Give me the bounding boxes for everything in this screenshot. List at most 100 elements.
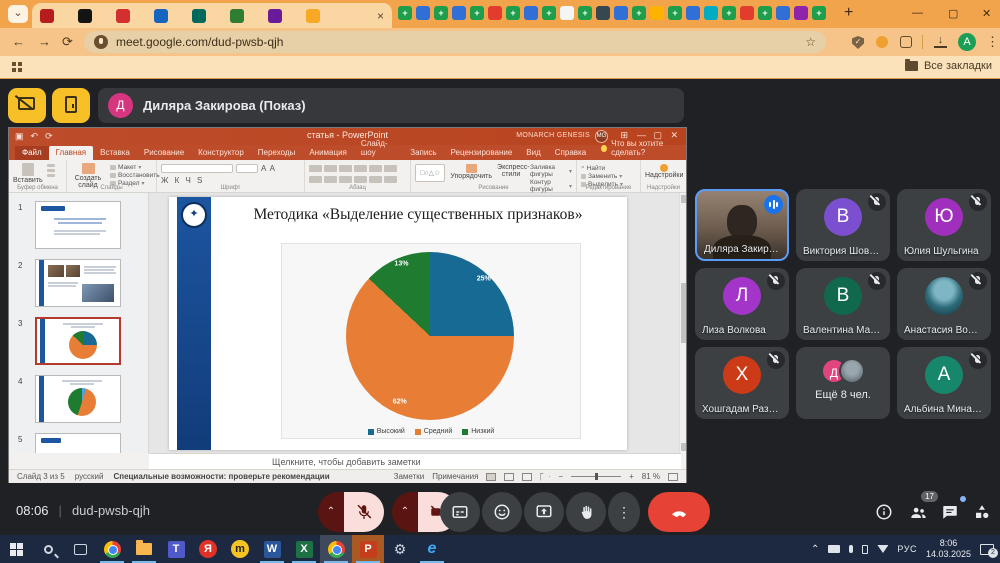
paste-icon[interactable] <box>22 163 34 176</box>
accessibility-status[interactable]: Специальные возможности: проверьте реком… <box>113 472 329 481</box>
window-close-button[interactable]: ✕ <box>982 7 991 20</box>
zoom-in-button[interactable]: + <box>629 472 634 481</box>
forward-button[interactable]: → <box>38 34 51 49</box>
ppt-tab-10[interactable]: Вид <box>519 146 547 160</box>
tab-favicon[interactable] <box>154 9 168 23</box>
tab-favicon[interactable] <box>524 6 538 20</box>
chat-button[interactable] <box>936 498 964 526</box>
ppt-notes-pane[interactable]: Щелкните, чтобы добавить заметки <box>149 453 681 469</box>
tab-close-icon[interactable]: × <box>377 10 384 22</box>
numbering-icon[interactable] <box>324 165 337 172</box>
participant-tile[interactable]: ДЕщё 8 чел. <box>796 347 890 419</box>
taskbar-clock[interactable]: 8:06 14.03.2025 <box>926 538 971 560</box>
window-maximize-button[interactable]: ▢ <box>948 7 958 20</box>
tab-favicon[interactable]: + <box>578 6 592 20</box>
participant-tile[interactable]: ХХошгадам Раз… <box>695 347 789 419</box>
search-button[interactable] <box>32 535 64 563</box>
device-tray-icon[interactable] <box>828 545 840 553</box>
fit-to-window-icon[interactable] <box>668 473 678 481</box>
arrange-button[interactable]: Упорядочить <box>450 173 492 180</box>
ppt-tell-me[interactable]: Что вы хотите сделать? <box>601 139 686 160</box>
arrange-icon[interactable] <box>466 164 477 173</box>
action-center-icon[interactable]: 2 <box>980 544 994 555</box>
active-tab[interactable]: × <box>32 3 392 28</box>
align-right-icon[interactable] <box>339 176 352 183</box>
slide-thumbnail-2[interactable] <box>35 259 121 307</box>
more-options-button[interactable]: ⋮ <box>608 492 640 532</box>
mic-options-chevron[interactable]: ⌃ <box>318 492 344 532</box>
tab-favicon[interactable] <box>650 6 664 20</box>
ppt-tab-4[interactable]: Конструктор <box>191 146 251 160</box>
bookmark-star-icon[interactable]: ☆ <box>805 35 816 49</box>
new-tab-button[interactable]: + <box>844 4 853 22</box>
zoom-level[interactable]: 81 % <box>642 472 660 481</box>
ppt-tab-8[interactable]: Запись <box>403 146 443 160</box>
indent-icon[interactable] <box>339 165 352 172</box>
shapes-gallery[interactable]: □○△☆ <box>415 164 445 182</box>
tab-favicon[interactable]: + <box>632 6 646 20</box>
shape-fill-button[interactable]: Заливка фигуры▾ <box>530 164 572 178</box>
zoom-out-button[interactable]: − <box>558 472 563 481</box>
start-button[interactable] <box>0 535 32 563</box>
slide-sorter-view-icon[interactable] <box>504 473 514 481</box>
zoom-slider[interactable] <box>571 476 621 477</box>
comments-toggle[interactable]: Примечания <box>432 472 478 481</box>
adblock-shield-icon[interactable]: ✓ <box>852 36 864 49</box>
stop-presentation-button[interactable] <box>8 88 46 123</box>
reactions-button[interactable] <box>482 492 522 532</box>
browser-profile-avatar[interactable]: A <box>958 33 976 51</box>
back-button[interactable]: ← <box>12 34 25 49</box>
extension-dot-icon[interactable] <box>876 36 888 48</box>
tab-favicon[interactable] <box>306 9 320 23</box>
ppt-tab-5[interactable]: Переходы <box>251 146 303 160</box>
participant-tile[interactable]: ВВиктория Шов… <box>796 189 890 261</box>
all-bookmarks-button[interactable]: Все закладки <box>905 60 992 72</box>
tab-favicon[interactable] <box>230 9 244 23</box>
tab-favicon[interactable] <box>596 6 610 20</box>
tab-favicon[interactable]: + <box>542 6 556 20</box>
meeting-details-button[interactable] <box>870 498 898 526</box>
slide-thumbnail-4[interactable] <box>35 375 121 423</box>
quick-styles-button[interactable]: Экспресс-стили <box>497 164 525 178</box>
tab-favicon[interactable]: + <box>812 6 826 20</box>
scroll-thumb[interactable] <box>681 283 686 343</box>
window-minimize-button[interactable]: — <box>912 7 923 19</box>
participant-tile[interactable]: ВВалентина Ма… <box>796 268 890 340</box>
notes-toggle[interactable]: Заметки <box>394 472 425 481</box>
tab-favicon[interactable] <box>740 6 754 20</box>
tray-expand-chevron[interactable]: ⌃ <box>811 544 819 555</box>
extensions-icon[interactable] <box>900 36 912 48</box>
tab-favicon[interactable]: + <box>470 6 484 20</box>
ppt-tab-9[interactable]: Рецензирование <box>444 146 520 160</box>
chrome-icon[interactable] <box>96 535 128 563</box>
align-center-icon[interactable] <box>324 176 337 183</box>
mic-tray-icon[interactable] <box>849 545 853 553</box>
teams-icon[interactable]: T <box>160 535 192 563</box>
excel-icon[interactable]: X <box>288 535 320 563</box>
address-bar[interactable]: meet.google.com/dud-pwsb-qjh ☆ <box>84 31 826 53</box>
font-style-buttons[interactable]: Ж К Ч S <box>161 176 300 185</box>
font-name-box[interactable] <box>161 164 233 173</box>
tab-favicon[interactable] <box>192 9 206 23</box>
tab-favicon[interactable]: + <box>758 6 772 20</box>
task-view-button[interactable] <box>64 535 96 563</box>
ppt-tab-2[interactable]: Вставка <box>93 146 137 160</box>
align-left-icon[interactable] <box>309 176 322 183</box>
text-direction-icon[interactable] <box>384 176 397 183</box>
tab-favicon[interactable]: + <box>434 6 448 20</box>
tab-favicon[interactable] <box>614 6 628 20</box>
tab-favicon[interactable] <box>686 6 700 20</box>
slide-thumbnail-1[interactable] <box>35 201 121 249</box>
add-column-icon[interactable] <box>369 176 382 183</box>
apps-grid-icon[interactable] <box>12 62 23 73</box>
ppt-tab-3[interactable]: Рисование <box>137 146 191 160</box>
browser-menu-icon[interactable]: ⋮ <box>986 34 999 50</box>
mic-control[interactable]: ⌃ <box>318 492 384 532</box>
scroll-down-arrow[interactable] <box>681 443 686 451</box>
captions-button[interactable] <box>440 492 480 532</box>
tab-favicon[interactable] <box>416 6 430 20</box>
language-indicator[interactable]: русский <box>75 472 104 481</box>
file-explorer-icon[interactable] <box>128 535 160 563</box>
participant-tile[interactable]: ЮЮлия Шульгина <box>897 189 991 261</box>
present-button[interactable] <box>524 492 564 532</box>
